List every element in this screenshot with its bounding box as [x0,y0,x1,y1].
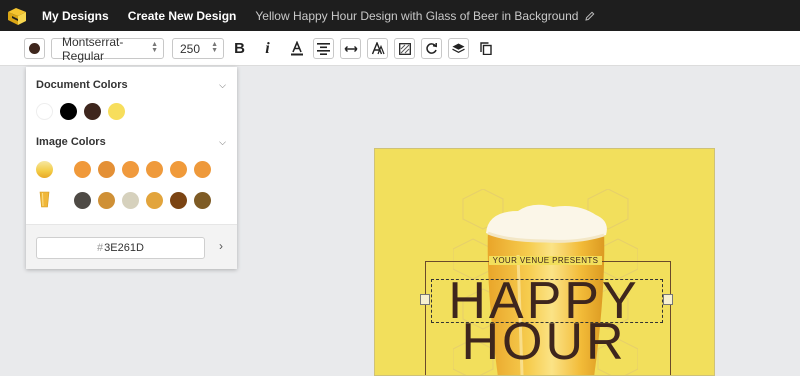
color-picker-panel: Document Colors ⌵ Image Colors ⌵ # 3E261… [26,67,237,269]
hex-hash-prefix: # [97,242,104,254]
image-color-swatch[interactable] [146,192,163,209]
image-color-swatch[interactable] [146,161,163,178]
hex-color-input[interactable]: # 3E261D [36,237,205,259]
document-colors-chevron-down-icon[interactable]: ⌵ [219,80,226,91]
apply-hex-chevron-right-icon[interactable]: › [219,239,223,253]
duplicate-button[interactable] [475,38,496,59]
resize-handle-right[interactable] [663,294,673,305]
select-updown-icon: ▲ ▼ [151,41,158,54]
bold-button[interactable]: B [229,38,250,59]
document-colors-title: Document Colors [36,79,128,91]
resize-handle-left[interactable] [420,294,430,305]
image-color-swatch[interactable] [194,192,211,209]
document-color-swatch[interactable] [36,103,53,120]
text-outline-button[interactable] [367,38,388,59]
rotate-icon [426,43,437,54]
text-outline-icon [371,42,385,55]
app-logo-icon[interactable] [6,5,28,27]
document-color-swatch[interactable] [84,103,101,120]
document-color-swatch[interactable] [60,103,77,120]
align-center-button[interactable] [313,38,334,59]
image-color-swatch[interactable] [122,161,139,178]
texture-button[interactable] [394,38,415,59]
font-size-value: 250 [180,41,201,56]
text-toolbar: Montserrat-Regular ▲ ▼ 250 ▲ ▼ B i [0,31,800,66]
image-colors-title: Image Colors [36,136,106,148]
create-new-design-link[interactable]: Create New Design [128,9,237,23]
rotate-button[interactable] [421,38,442,59]
align-center-icon [317,42,330,55]
font-size-select[interactable]: 250 ▲ ▼ [172,38,224,59]
image-color-swatch[interactable] [98,161,115,178]
layers-icon [452,43,465,53]
design-canvas[interactable]: YOUR VENUE PRESENTS HAPPY HOUR [374,148,715,376]
hex-input-area: # 3E261D › [26,224,237,269]
current-color-dot [29,43,40,54]
font-family-select[interactable]: Montserrat-Regular ▲ ▼ [51,35,164,63]
letter-spacing-icon [344,45,357,52]
texture-icon [398,42,411,55]
image-color-swatch[interactable] [122,192,139,209]
image-colors-chevron-down-icon[interactable]: ⌵ [219,137,226,148]
image-color-swatch[interactable] [74,161,91,178]
beer-glass-thumbnail-icon[interactable] [39,191,50,208]
text-color-button[interactable] [286,38,307,59]
venue-presents-label: YOUR VENUE PRESENTS [488,256,603,265]
size-updown-icon: ▲ ▼ [211,41,218,54]
text-selection-box[interactable] [431,279,663,323]
italic-button[interactable]: i [257,38,278,59]
text-color-icon [290,41,303,56]
document-title[interactable]: Yellow Happy Hour Design with Glass of B… [255,9,578,23]
top-bar: My Designs Create New Design Yellow Happ… [0,0,800,31]
italic-icon: i [265,39,270,57]
hex-value: 3E261D [104,242,144,254]
document-color-swatch[interactable] [108,103,125,120]
font-family-value: Montserrat-Regular [62,34,124,63]
letter-spacing-button[interactable] [340,38,361,59]
color-panel-body: Document Colors ⌵ Image Colors ⌵ [26,67,237,224]
venue-presents-text[interactable]: YOUR VENUE PRESENTS [375,256,714,265]
edit-title-pencil-icon[interactable] [585,11,595,21]
layers-button[interactable] [448,38,469,59]
image-color-swatch[interactable] [170,161,187,178]
text-color-swatch-button[interactable] [24,38,45,59]
image-color-swatch[interactable] [98,192,115,209]
image-color-swatch[interactable] [74,192,91,209]
duplicate-icon [479,42,492,55]
image-color-swatch[interactable] [194,161,211,178]
bold-icon: B [234,40,245,57]
image-color-swatch[interactable] [170,192,187,209]
my-designs-link[interactable]: My Designs [42,9,109,23]
beer-image-thumbnail[interactable] [36,161,53,178]
